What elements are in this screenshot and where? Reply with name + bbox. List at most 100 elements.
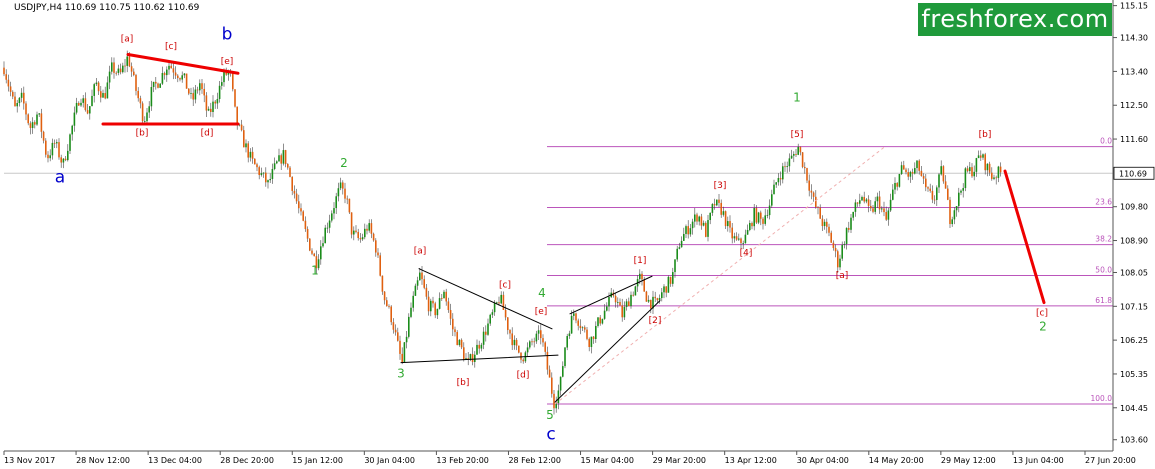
candle-body — [392, 322, 395, 330]
candle-body — [236, 106, 238, 126]
candle-body — [509, 330, 511, 334]
candle-body — [826, 221, 828, 227]
candle-body — [203, 88, 205, 96]
candle-body — [9, 86, 12, 92]
candle-body — [828, 226, 830, 233]
candle-body — [280, 155, 282, 164]
candle-body — [540, 330, 542, 339]
candle-body — [958, 192, 960, 207]
candle-body — [155, 81, 157, 84]
y-tick-label: 114.30 — [1120, 34, 1148, 43]
candle-body — [656, 298, 659, 301]
candle-body — [722, 211, 725, 215]
candle-body — [518, 345, 520, 353]
candle-body — [31, 122, 34, 128]
candle-body — [929, 188, 931, 191]
candle-body — [955, 206, 958, 211]
candle-body — [381, 275, 384, 292]
candle-body — [243, 130, 245, 148]
candle-body — [115, 72, 117, 74]
trendlines — [101, 52, 1046, 405]
wave-label: 3 — [397, 367, 405, 381]
candle-body — [326, 227, 329, 229]
candle-body — [346, 198, 348, 200]
y-tick-label: 111.60 — [1120, 135, 1148, 144]
candle-body — [364, 228, 366, 238]
wave-label: [a] — [414, 247, 427, 257]
candle-body — [720, 202, 722, 215]
candle-body — [67, 150, 69, 161]
candle-body — [166, 69, 168, 76]
x-tick-label: 29 Mar 20:00 — [653, 456, 706, 465]
candle-body — [735, 236, 738, 240]
candle-body — [172, 68, 175, 73]
candle-body — [546, 351, 549, 370]
wave-label: [a] — [836, 271, 849, 281]
candle-body — [830, 232, 832, 243]
wave-label: [c] — [1036, 309, 1048, 319]
candle-body — [832, 242, 835, 249]
candle-body — [436, 308, 439, 316]
current-price-label: 110.69 — [1119, 169, 1147, 178]
candle-body — [419, 272, 421, 281]
candle-body — [845, 227, 848, 244]
candle-body — [938, 174, 940, 188]
x-tick-label: 28 Nov 12:00 — [76, 456, 130, 465]
candle-body — [586, 329, 588, 339]
candle-body — [289, 167, 291, 177]
candle-body — [163, 73, 166, 76]
candle-body — [768, 205, 771, 216]
candle-body — [619, 301, 621, 306]
candle-body — [273, 163, 276, 170]
wave-label: [1] — [634, 256, 647, 266]
candle-body — [920, 170, 923, 177]
candle-body — [359, 238, 362, 240]
candle-body — [192, 93, 194, 100]
candle-body — [487, 323, 489, 335]
candle-body — [174, 72, 177, 76]
candle-body — [496, 302, 498, 304]
candle-body — [95, 82, 98, 85]
candle-body — [212, 101, 214, 112]
candle-body — [799, 146, 802, 153]
candle-body — [570, 315, 573, 334]
candle-body — [456, 332, 458, 346]
candle-body — [14, 96, 16, 107]
candle-body — [29, 123, 32, 128]
candle-body — [71, 125, 73, 135]
candle-body — [903, 165, 905, 170]
candle-body — [834, 248, 837, 252]
y-tick-label: 108.05 — [1120, 268, 1148, 277]
candle-body — [47, 154, 49, 159]
candle-body — [108, 71, 111, 83]
wave-label: [b] — [136, 128, 149, 138]
candle-body — [551, 377, 553, 394]
candle-body — [196, 89, 199, 91]
y-tick-label: 105.35 — [1120, 370, 1148, 379]
candle-body — [89, 106, 91, 114]
candle-body — [78, 102, 80, 106]
candle-body — [452, 318, 454, 330]
candle-body — [152, 81, 155, 87]
wave-label: b — [222, 24, 233, 44]
candle-body — [185, 73, 188, 89]
wave-label: [e] — [535, 307, 548, 317]
candle-body — [62, 158, 65, 163]
candle-body — [590, 336, 593, 347]
candle-body — [790, 155, 793, 159]
brand-logo: freshforex.com — [918, 3, 1112, 36]
candle-body — [683, 233, 685, 241]
wave-label: 2 — [340, 156, 348, 170]
candle-body — [304, 220, 307, 230]
candle-body — [5, 74, 7, 80]
candle-body — [755, 208, 758, 223]
candle-body — [687, 226, 689, 235]
fib-level-label: 38.2 — [1095, 235, 1112, 244]
candle-body — [480, 344, 483, 349]
x-tick-label: 30 Jan 04:00 — [364, 456, 415, 465]
candle-body — [309, 238, 311, 251]
candle-body — [584, 327, 586, 330]
x-tick-label: 27 Jun 20:00 — [1085, 456, 1136, 465]
x-tick-label: 15 Jan 12:00 — [292, 456, 343, 465]
candle-body — [905, 169, 907, 173]
